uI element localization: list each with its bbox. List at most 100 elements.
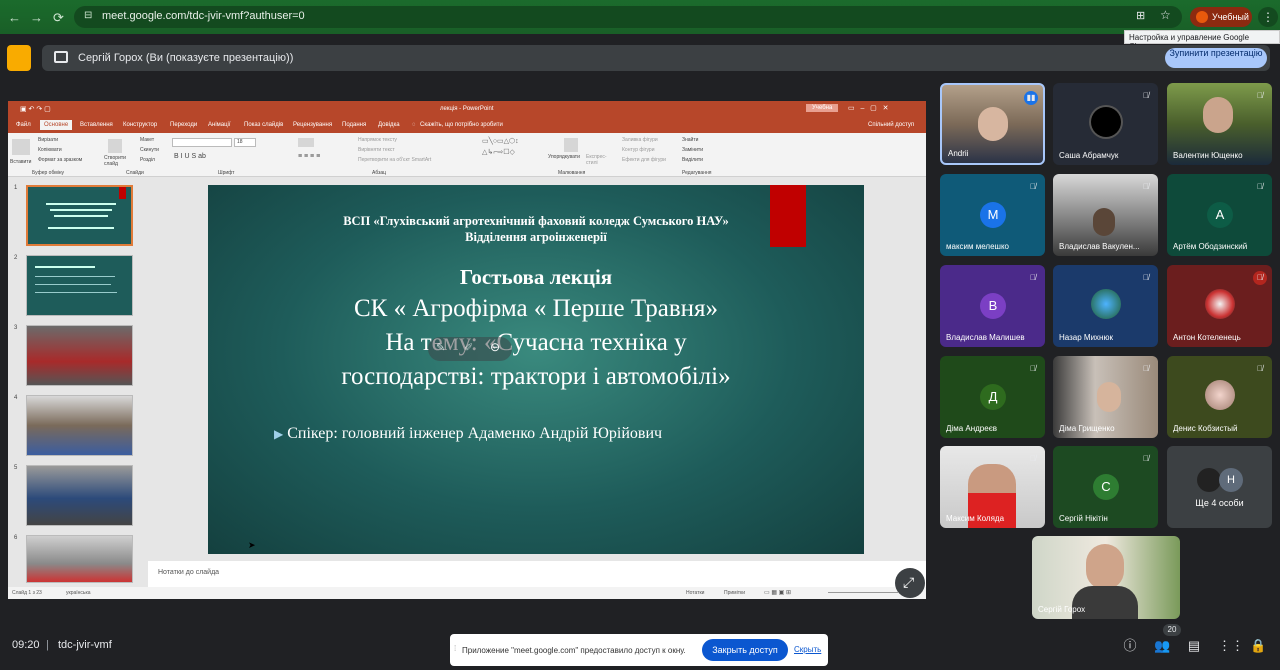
shape-fill-button[interactable]: Заливка фігури (622, 137, 658, 143)
back-icon[interactable]: ← (8, 10, 21, 25)
expand-presentation-icon[interactable]: ⤢ (895, 568, 925, 598)
align-icons[interactable]: ≡ ≡ ≡ ≡ (298, 153, 320, 160)
tab-view[interactable]: Подання (342, 122, 366, 128)
new-slide-icon[interactable] (108, 139, 122, 153)
zoom-out-icon[interactable]: ⊖ (490, 340, 500, 354)
tab-design[interactable]: Конструктор (123, 122, 157, 128)
find-button[interactable]: Знайти (682, 137, 698, 143)
forward-icon[interactable]: → (30, 10, 43, 25)
cut-button[interactable]: Вирізати (38, 137, 58, 143)
participant-tile[interactable]: А 🎙̸ Артём Ободзинский (1167, 174, 1272, 256)
zoom-slider[interactable] (828, 592, 898, 593)
participant-tile[interactable]: 🎙̸ Назар Михнюк (1053, 265, 1158, 347)
bold-italic-underline-icons[interactable]: B I U S ab (174, 153, 206, 160)
chrome-menu-icon[interactable]: ⋮ (1258, 7, 1278, 27)
notes-toggle[interactable]: Нотатки (686, 590, 704, 596)
participant-name: Валентин Ющенко (1173, 151, 1243, 160)
participant-tile[interactable]: 🎙̸ Саша Абрамчук (1053, 83, 1158, 165)
participant-tile[interactable]: В 🎙̸ Владислав Малишев (940, 265, 1045, 347)
apps-grid-icon[interactable]: ⋮⋮ (1218, 638, 1244, 654)
notes-pane[interactable]: Нотатки до слайда (148, 561, 926, 587)
tab-insert[interactable]: Вставлення (80, 122, 113, 128)
avatar (1091, 289, 1121, 319)
chrome-menu-tooltip: Настройка и управление Google Chrome (1124, 30, 1280, 51)
layout-button[interactable]: Макет (140, 137, 154, 143)
participant-tile[interactable]: С 🎙̸ Сергій Нікітін (1053, 446, 1158, 528)
format-painter-button[interactable]: Формат за зразком (38, 157, 82, 163)
arrange-icon[interactable] (564, 138, 578, 152)
replace-button[interactable]: Замінити (682, 147, 703, 153)
participant-tile[interactable]: 🎙̸ Денис Кобзистый (1167, 356, 1272, 438)
participant-tile[interactable]: 🎙̸ Валентин Ющенко (1167, 83, 1272, 165)
participant-tile[interactable]: 🎙̸ Діма Грищенко (1053, 356, 1158, 438)
participant-video-face (1093, 208, 1115, 236)
paste-icon[interactable] (12, 139, 30, 155)
participant-tile[interactable]: 🎙̸ Максим Коляда (940, 446, 1045, 528)
more-participants-tile[interactable]: Н Ще 4 особи (1167, 446, 1272, 528)
bookmark-star-icon[interactable]: ☆ (1160, 8, 1171, 22)
copy-button[interactable]: Копіювати (38, 147, 62, 153)
slide-thumbnail[interactable] (26, 255, 133, 316)
slide-thumbnail[interactable] (26, 465, 133, 526)
window-controls[interactable]: ▭ – ▢ ✕ (848, 104, 889, 112)
quick-access-icons[interactable]: ▣ ↶ ↷ ▢ (20, 105, 51, 113)
participant-tile[interactable]: ▮▮ Andrii (940, 83, 1045, 165)
tab-file[interactable]: Файл (16, 122, 31, 128)
address-bar[interactable]: ⊟ meet.google.com/tdc-jvir-vmf?authuser=… (74, 6, 1182, 28)
tab-review[interactable]: Рецензування (293, 122, 332, 128)
info-icon[interactable]: ⓘ (1122, 638, 1138, 654)
slide-thumbnail[interactable] (26, 395, 133, 456)
shapes-gallery[interactable]: ▭╲○▭△⬡↕ (482, 137, 519, 145)
shape-outline-button[interactable]: Контур фігури (622, 147, 654, 153)
pen-icon[interactable]: ✐ (464, 341, 473, 354)
section-button[interactable]: Розділ (140, 157, 155, 163)
host-controls-icon[interactable]: 🔒 (1250, 638, 1266, 654)
bullets-icon[interactable] (298, 138, 314, 147)
self-view-tile[interactable]: Сергій Горох (1032, 536, 1180, 619)
tab-transitions[interactable]: Переходи (170, 122, 197, 128)
chat-icon[interactable]: ▤ (1186, 638, 1202, 654)
quick-styles-button[interactable]: Експрес-стилі (586, 154, 612, 166)
profile-button[interactable]: Учебный (1190, 7, 1252, 27)
share-button[interactable]: Спільний доступ (868, 122, 914, 128)
reload-icon[interactable]: ⟳ (53, 10, 64, 26)
arrange-button[interactable]: Упорядкувати (548, 154, 580, 160)
view-buttons[interactable]: ▭ ▦ ▣ ⊞ (764, 589, 791, 596)
stop-presenting-button[interactable]: Зупинити презентацію (1165, 48, 1267, 68)
select-button[interactable]: Виділити (682, 157, 703, 163)
font-size-select[interactable]: 18 (234, 138, 256, 147)
tab-slideshow[interactable]: Показ слайдів (244, 122, 283, 128)
tell-me-search[interactable]: Скажіть, що потрібно зробити (420, 122, 503, 128)
shapes-gallery-row2[interactable]: △↳⌐⇨☐◇ (482, 148, 515, 156)
thumb-number: 4 (14, 395, 18, 401)
current-slide[interactable]: ВСП «Глухівський агротехнічний фаховий к… (208, 185, 864, 554)
slide-thumbnail[interactable] (26, 185, 133, 246)
comments-toggle[interactable]: Примітки (724, 590, 745, 596)
shape-effects-button[interactable]: Ефекти для фігури (622, 157, 666, 163)
participant-tile[interactable]: 🎙̸ Антон Котеленець (1167, 265, 1272, 347)
paste-button[interactable]: Вставити (10, 159, 31, 165)
participant-tile[interactable]: 🎙̸ Владислав Вакулен... (1053, 174, 1158, 256)
tab-animations[interactable]: Анімації (208, 122, 231, 128)
reset-button[interactable]: Скинути (140, 147, 159, 153)
font-family-select[interactable] (172, 138, 232, 147)
smartart-button[interactable]: Перетворити на об'єкт SmartArt (358, 157, 431, 163)
participant-tile[interactable]: М 🎙̸ максим мелешко (940, 174, 1045, 256)
separator: | (46, 639, 49, 651)
slide-thumbnail[interactable] (26, 325, 133, 386)
translate-icon[interactable]: ⊞ (1136, 9, 1145, 22)
stop-sharing-button[interactable]: Закрыть доступ (702, 639, 788, 661)
tab-home[interactable]: Основне (40, 120, 73, 130)
pointer-icon[interactable]: ✎ (436, 341, 445, 354)
tab-help[interactable]: Довідка (378, 122, 400, 128)
participant-tile[interactable]: Д 🎙̸ Діма Андреєв (940, 356, 1045, 438)
hide-link[interactable]: Скрыть (794, 645, 821, 654)
site-info-icon[interactable]: ⊟ (84, 10, 92, 21)
slideshow-floating-toolbar[interactable]: ✎ ✐ ⊖ (428, 337, 512, 361)
drag-handle-icon[interactable]: ⁞ (454, 644, 456, 653)
new-slide-button[interactable]: Створити слайд (104, 155, 130, 167)
align-text-button[interactable]: Вирівняти текст (358, 147, 395, 153)
text-direction-button[interactable]: Напрямок тексту (358, 137, 397, 143)
slide-thumbnail[interactable] (26, 535, 133, 583)
people-icon[interactable]: 👥 (1154, 638, 1170, 654)
